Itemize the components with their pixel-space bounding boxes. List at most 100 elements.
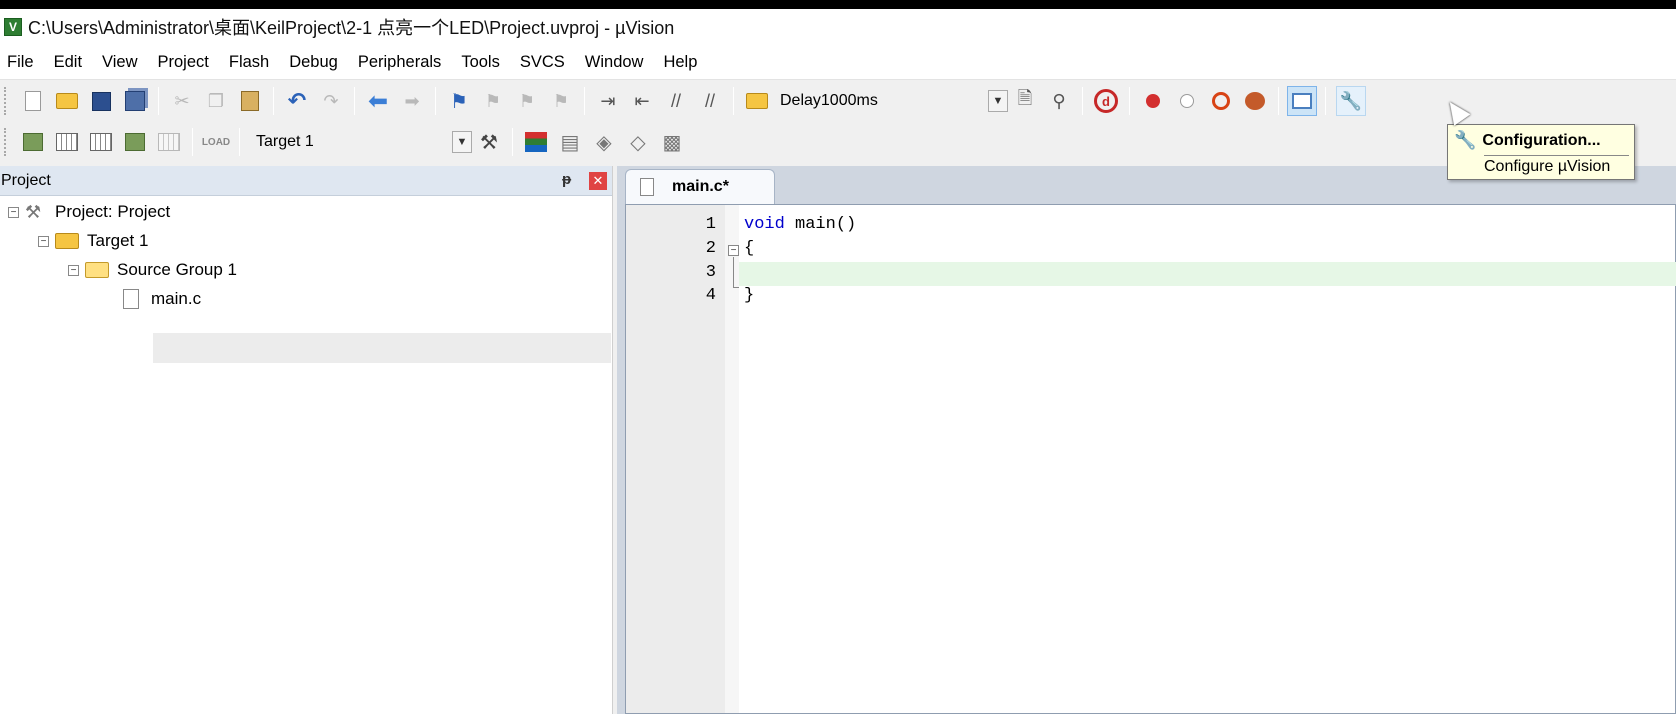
tab-main-c[interactable]: main.c* [625,169,775,204]
file-toolbar: ✂ ❐ ↶ ↷ ⬅ ➡ ⚑ ⚑ ⚑ ⚑ ⇥ ⇤ // // Delay1000m… [0,81,1676,121]
cut-button[interactable]: ✂ [167,86,197,116]
tree-item-label: Project: Project [55,202,171,221]
manage-multi-project-button[interactable]: ▤ [555,127,585,157]
undo-button[interactable]: ↶ [282,86,312,116]
toolbar-separator [273,87,274,115]
rebuild-button[interactable] [86,127,116,157]
code-rest: { [744,239,755,258]
menu-bar: File Edit View Project Flash Debug Perip… [0,45,1676,80]
next-bookmark-button[interactable]: ⚑ [512,86,542,116]
disable-all-breakpoints-button[interactable] [1206,86,1236,116]
code-line: 4 } [626,284,1675,308]
insert-breakpoint-button[interactable] [1138,86,1168,116]
scissors-icon: ✂ [174,90,190,111]
rebuild-icon [90,133,112,151]
menu-window[interactable]: Window [575,49,654,75]
paste-button[interactable] [235,86,265,116]
incremental-find-button[interactable]: ⚲ [1044,86,1074,116]
menu-edit[interactable]: Edit [44,49,92,75]
code-text: { [744,237,754,261]
tree-item-project[interactable]: − ⚒ Project: Project [8,197,170,227]
pin-icon[interactable]: ᵽ [562,171,571,188]
new-file-button[interactable] [18,86,48,116]
editor-area: main.c* − 1 void main() 2 { 3 4} [617,166,1676,714]
indent-icon: ⇥ [600,90,616,111]
window-layout-button[interactable] [1287,86,1317,116]
menu-view[interactable]: View [92,49,147,75]
bookmark-previous-icon: ⚑ [484,90,502,111]
pack-installer-button[interactable]: ▩ [657,127,687,157]
collapse-icon[interactable]: − [38,235,49,247]
menu-file[interactable]: File [0,49,44,75]
manage-run-time-environment-button[interactable]: ◈ [589,127,619,157]
collapse-icon[interactable]: − [68,264,79,276]
save-all-button[interactable] [120,86,150,116]
navigate-forward-button[interactable]: ➡ [397,86,427,116]
select-software-packs-button[interactable]: ◇ [623,127,653,157]
toolbar-grip[interactable] [4,128,10,156]
breakpoint-icon [1146,94,1160,108]
code-text: void main() [744,213,856,237]
menu-project[interactable]: Project [148,49,219,75]
open-file-button[interactable] [52,86,82,116]
navigate-back-button[interactable]: ⬅ [363,86,393,116]
toolbar-grip[interactable] [4,87,10,115]
toolbar-separator [1278,87,1279,115]
close-icon[interactable]: ✕ [589,172,607,190]
batch-build-button[interactable] [120,127,150,157]
menu-debug[interactable]: Debug [279,49,348,75]
manage-project-items-button[interactable] [521,127,551,157]
target-combobox[interactable]: Target 1 ▼ [250,129,472,155]
line-number: 2 [705,239,716,258]
chevron-down-icon[interactable]: ▼ [452,131,472,153]
kill-all-breakpoints-button[interactable] [1240,86,1270,116]
comment-button[interactable]: // [661,86,691,116]
copy-button[interactable]: ❐ [201,86,231,116]
configuration-button[interactable]: 🔧 [1336,86,1366,116]
previous-bookmark-button[interactable]: ⚑ [478,86,508,116]
indent-button[interactable]: ⇥ [593,86,623,116]
code-rest: } [744,286,755,305]
toolbar-separator [584,87,585,115]
insert-bookmark-button[interactable]: ⚑ [444,86,474,116]
uncomment-button[interactable]: // [695,86,725,116]
download-button[interactable]: LOAD [201,127,231,157]
collapse-icon[interactable]: − [8,206,19,218]
tree-item-source-group[interactable]: − Source Group 1 [68,255,237,285]
code-line: 3 [626,261,1675,285]
clear-bookmarks-button[interactable]: ⚑ [546,86,576,116]
tree-item-label: main.c [151,289,202,308]
translate-button[interactable] [18,127,48,157]
code-editor[interactable]: − 1 void main() 2 { 3 4 } [625,204,1676,714]
breakpoints-disable-icon [1212,92,1230,110]
menu-flash[interactable]: Flash [219,49,279,75]
redo-button[interactable]: ↷ [316,86,346,116]
window-icon [1292,93,1312,109]
find-in-files-button[interactable] [742,86,772,116]
find-document-icon: 🗎 [1017,88,1033,108]
menu-peripherals[interactable]: Peripherals [348,49,451,75]
chevron-down-icon[interactable]: ▼ [988,90,1008,112]
menu-tools[interactable]: Tools [451,49,510,75]
find-combobox[interactable]: Delay1000ms ▼ [780,88,1008,114]
build-button[interactable] [52,127,82,157]
find-button[interactable]: 🗎 [1010,86,1040,116]
stop-build-button[interactable] [154,127,184,157]
undo-icon: ↶ [287,88,307,113]
pack-installer-icon: ▩ [662,131,682,154]
enable-breakpoint-button[interactable] [1172,86,1202,116]
project-panel-title: Project [1,171,51,189]
tree-item-file[interactable]: main.c [123,284,201,314]
tooltip-divider [1484,155,1629,156]
save-all-icon [125,91,145,111]
options-for-target-button[interactable]: ⚒ [474,127,504,157]
unindent-button[interactable]: ⇤ [627,86,657,116]
save-button[interactable] [86,86,116,116]
menu-svcs[interactable]: SVCS [510,49,575,75]
build-toolbar: LOAD Target 1 ▼ ⚒ ▤ ◈ ◇ ▩ [0,122,1676,162]
stop-build-icon [158,133,180,151]
menu-help[interactable]: Help [653,49,707,75]
project-icon: ⚒ [25,202,42,222]
tree-item-target[interactable]: − Target 1 [38,226,148,256]
start-debug-button[interactable]: d [1091,86,1121,116]
